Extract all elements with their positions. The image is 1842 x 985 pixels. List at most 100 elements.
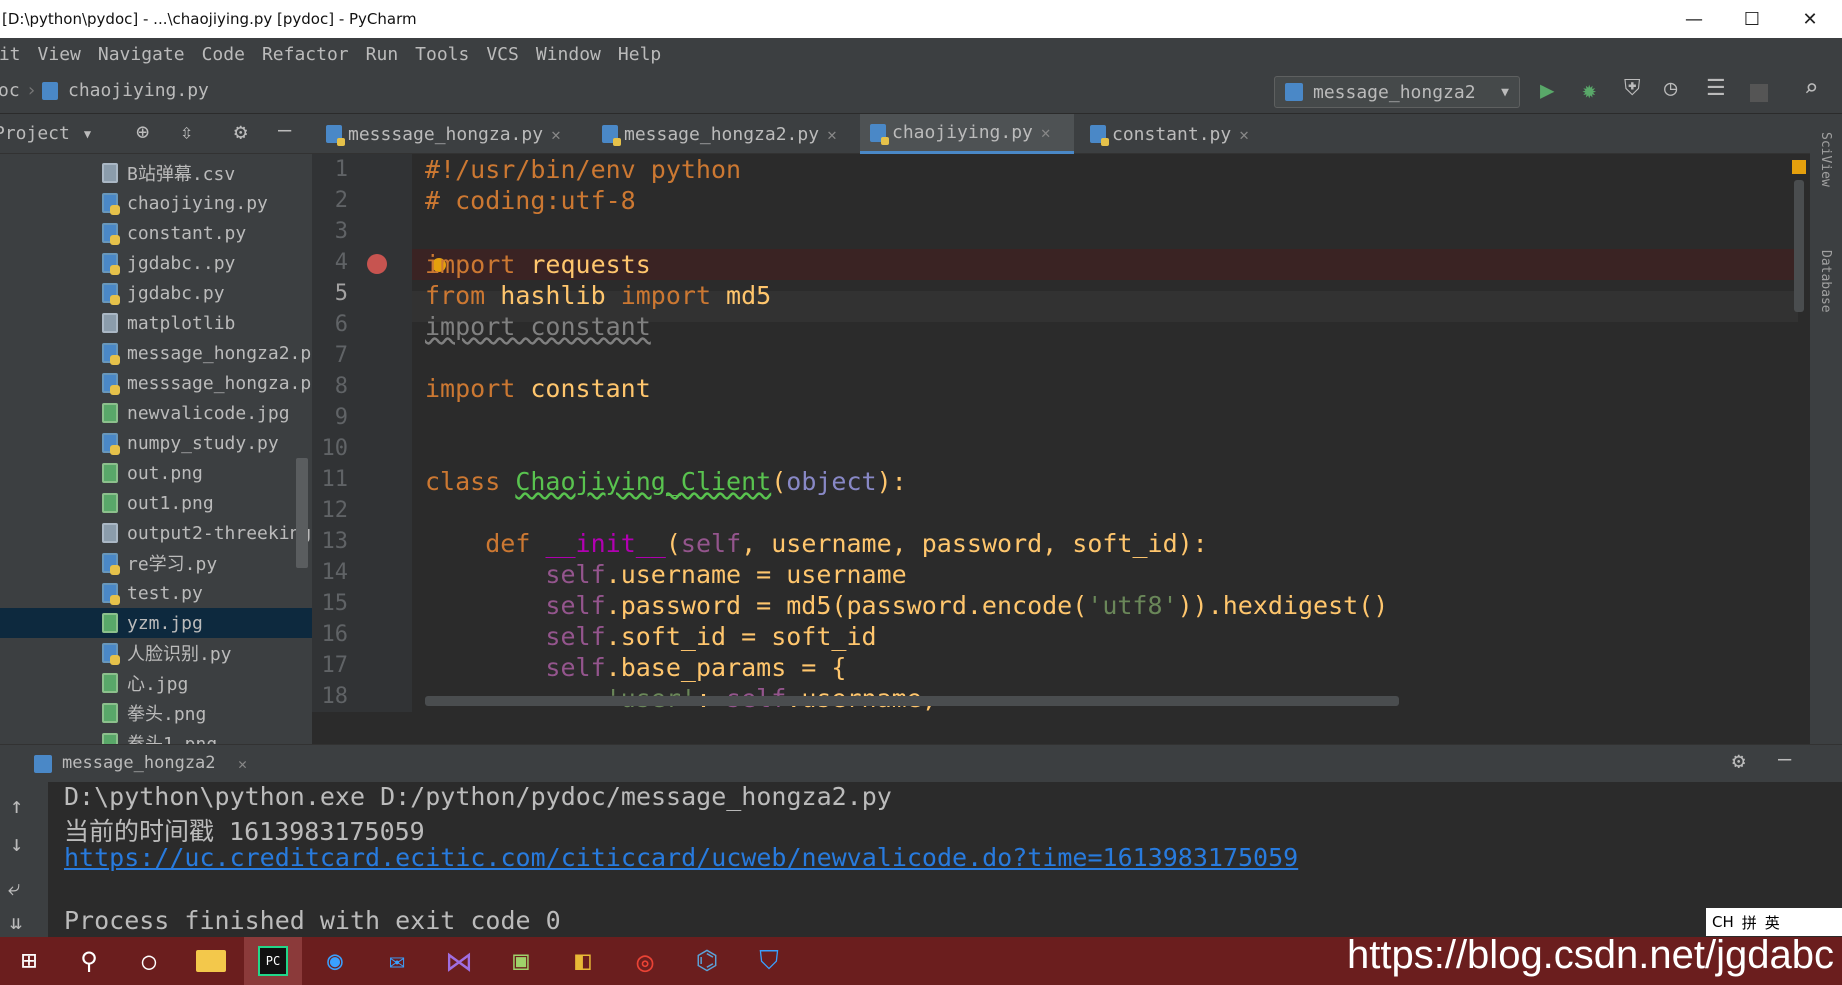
tree-item[interactable]: 拳头.png [0, 698, 312, 728]
menu-view[interactable]: View [38, 44, 81, 65]
browser-icon[interactable]: ◉ [306, 937, 364, 985]
tree-item[interactable]: B站弹幕.csv [0, 158, 312, 188]
tree-item[interactable]: out1.png [0, 488, 312, 518]
code-line-4: import requests [425, 249, 651, 280]
profile-icon[interactable]: ◷ [1664, 76, 1677, 101]
sciview-tab[interactable]: SciView [1818, 132, 1833, 187]
warning-stripe-icon[interactable] [1792, 160, 1806, 174]
tab-messsage-hongza[interactable]: messsage_hongza.py ✕ [326, 114, 592, 154]
close-icon[interactable]: ✕ [1239, 125, 1249, 144]
hide-icon[interactable]: — [1778, 747, 1791, 772]
chrome-icon[interactable]: ◎ [616, 937, 674, 985]
tree-item[interactable]: out.png [0, 458, 312, 488]
close-button[interactable]: ✕ [1782, 0, 1838, 38]
menu-vcs[interactable]: VCS [486, 44, 519, 65]
gear-icon[interactable]: ⚙ [1732, 749, 1745, 774]
project-title[interactable]: Project [0, 123, 70, 144]
database-tab[interactable]: Database [1818, 250, 1833, 313]
python-file-icon [102, 583, 120, 605]
console-command: D:\python\python.exe D:/python/pydoc/mes… [64, 782, 892, 811]
minimize-button[interactable]: — [1666, 0, 1722, 38]
menu-run[interactable]: Run [366, 44, 399, 65]
concurrency-icon[interactable]: ☰ [1706, 76, 1726, 101]
mail-icon[interactable]: ✉ [368, 937, 426, 985]
tree-item[interactable]: messsage_hongza.p [0, 368, 312, 398]
close-icon[interactable]: ✕ [238, 755, 247, 773]
tab-constant[interactable]: constant.py ✕ [1090, 114, 1286, 154]
tree-scrollbar[interactable] [296, 458, 308, 568]
class-name: Chaojiying_Client [515, 467, 772, 496]
tree-item[interactable]: chaojiying.py [0, 188, 312, 218]
code-text: constant [515, 374, 651, 403]
scroll-end-icon[interactable]: ⇊ [10, 910, 22, 934]
horizontal-scrollbar[interactable] [425, 696, 1399, 706]
windows-start-icon[interactable]: ⊞ [0, 937, 58, 985]
coverage-icon[interactable]: ⛨ [1624, 76, 1641, 101]
tree-item-label: constant.py [127, 222, 247, 244]
menu-refactor[interactable]: Refactor [262, 44, 349, 65]
locate-icon[interactable]: ⊕ [136, 120, 149, 145]
menu-edit[interactable]: dit [0, 44, 21, 65]
tree-item[interactable]: 人脸识别.py [0, 638, 312, 668]
pycharm-icon[interactable]: PC [244, 937, 302, 985]
debug-icon[interactable]: ✹ [1582, 76, 1596, 104]
tree-item[interactable]: message_hongza2.p [0, 338, 312, 368]
tab-chaojiying[interactable]: chaojiying.py ✕ [860, 114, 1074, 154]
file-explorer-icon[interactable] [182, 937, 240, 985]
code-text: .password = md5(password.encode( [605, 591, 1088, 620]
menu-navigate[interactable]: Navigate [98, 44, 185, 65]
arrow-down-icon[interactable]: ↓ [10, 832, 23, 857]
breakpoint-icon[interactable] [367, 254, 387, 274]
breadcrumb-file[interactable]: chaojiying.py [68, 80, 209, 101]
tree-item[interactable]: newvalicode.jpg [0, 398, 312, 428]
tree-item[interactable]: jgdabc..py [0, 248, 312, 278]
ime-indicator[interactable]: CH 拼 英 [1706, 908, 1842, 936]
python-icon[interactable]: ⌬ [678, 937, 736, 985]
tab-message-hongza2[interactable]: message_hongza2.py ✕ [602, 114, 868, 154]
tree-item[interactable]: constant.py [0, 218, 312, 248]
vertical-scrollbar[interactable] [1794, 180, 1804, 312]
tree-item[interactable]: yzm.jpg [0, 608, 312, 638]
search-icon[interactable]: ⚲ [60, 937, 118, 985]
breadcrumb-root[interactable]: oc [0, 80, 20, 101]
code-text: ( [771, 467, 787, 496]
run-icon[interactable]: ▶ [1540, 76, 1554, 104]
task-view-icon[interactable]: ○ [120, 937, 178, 985]
search-icon[interactable]: ⌕ [1804, 74, 1818, 102]
menu-help[interactable]: Help [618, 44, 661, 65]
file-icon [102, 523, 118, 543]
close-icon[interactable]: ✕ [1041, 123, 1051, 142]
office-icon[interactable]: ◧ [554, 937, 612, 985]
gear-icon[interactable]: ⚙ [234, 120, 247, 145]
close-icon[interactable]: ✕ [827, 125, 837, 144]
tree-item[interactable]: test.py [0, 578, 312, 608]
run-tab-label[interactable]: message_hongza2 [62, 753, 216, 773]
chevron-down-icon[interactable]: ▼ [84, 127, 91, 141]
hide-icon[interactable]: — [278, 118, 291, 143]
menu-window[interactable]: Window [536, 44, 601, 65]
tree-item[interactable]: re学习.py [0, 548, 312, 578]
code-line-13: def __init__(self, username, password, s… [425, 528, 1208, 559]
security-icon[interactable]: ⛉ [740, 937, 798, 985]
tree-item-label: 心.jpg [127, 674, 189, 695]
menu-code[interactable]: Code [202, 44, 245, 65]
stop-icon[interactable] [1750, 84, 1768, 102]
visual-studio-icon[interactable]: ⋈ [430, 937, 488, 985]
maximize-button[interactable]: ☐ [1724, 0, 1780, 38]
tree-item[interactable]: 心.jpg [0, 668, 312, 698]
collapse-all-icon[interactable]: ⇳ [180, 120, 193, 145]
arrow-up-icon[interactable]: ↑ [10, 794, 23, 819]
tree-item[interactable]: matplotlib [0, 308, 312, 338]
python-file-icon [102, 373, 120, 395]
close-icon[interactable]: ✕ [551, 125, 561, 144]
run-console[interactable]: D:\python\python.exe D:/python/pydoc/mes… [48, 782, 1842, 937]
menu-tools[interactable]: Tools [415, 44, 469, 65]
tree-item[interactable]: numpy_study.py [0, 428, 312, 458]
line-number: 8 [334, 374, 348, 399]
tree-item[interactable]: output2-threeking [0, 518, 312, 548]
image-viewer-icon[interactable]: ▣ [492, 937, 550, 985]
tree-item[interactable]: jgdabc.py [0, 278, 312, 308]
run-config-selector[interactable]: message_hongza2 ▼ [1274, 76, 1520, 108]
soft-wrap-icon[interactable]: ⤶ [8, 876, 20, 901]
console-url-link[interactable]: https://uc.creditcard.ecitic.com/citicca… [64, 843, 1298, 872]
